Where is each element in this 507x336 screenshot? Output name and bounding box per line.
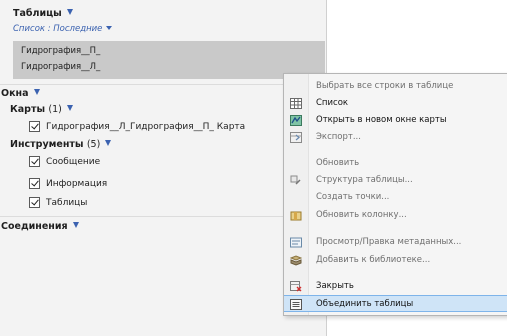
- menu-item-update-column[interactable]: Обновить колонку...: [284, 207, 507, 224]
- menu-item-create-points[interactable]: Создать точки...: [284, 189, 507, 206]
- menu-item-label: Обновить: [316, 158, 360, 168]
- tables-header[interactable]: Таблицы: [13, 8, 73, 19]
- windows-collapse-icon[interactable]: [33, 89, 40, 95]
- connections-title: Соединения: [1, 221, 68, 232]
- metadata-icon: [290, 237, 302, 248]
- tool-label: Информация: [46, 178, 108, 189]
- tools-count: (5): [86, 139, 101, 150]
- menu-item-table-structure[interactable]: Структура таблицы...: [284, 172, 507, 189]
- list-filter-label: Список : Последние: [13, 24, 103, 34]
- menu-item-metadata[interactable]: Просмотр/Правка метаданных...: [284, 234, 507, 251]
- tools-collapse-icon[interactable]: [105, 140, 112, 146]
- tool-label: Сообщение: [46, 156, 101, 167]
- checkbox[interactable]: [29, 178, 40, 189]
- maps-collapse-icon[interactable]: [66, 105, 73, 111]
- menu-item-label: Обновить колонку...: [316, 210, 407, 220]
- menu-item-merge-tables[interactable]: Объединить таблицы: [284, 295, 507, 312]
- maps-label: Карты: [10, 104, 46, 115]
- windows-title: Окна: [1, 88, 29, 99]
- table-list-item[interactable]: Гидрография__П_: [21, 46, 100, 56]
- map-window-item[interactable]: Гидрография__Л_Гидрография__П_ Карта: [29, 121, 245, 132]
- tools-label: Инструменты: [10, 139, 84, 150]
- context-menu: Выбрать все строки в таблице Список Откр…: [283, 73, 507, 316]
- menu-item-list[interactable]: Список: [284, 95, 507, 112]
- tables-collapse-icon[interactable]: [66, 9, 73, 15]
- export-icon: [290, 132, 302, 143]
- divider: [0, 216, 326, 217]
- tool-label: Таблицы: [46, 197, 88, 208]
- menu-item-label: Список: [316, 98, 349, 108]
- tables-list[interactable]: Гидрография__П_ Гидрография__Л_: [13, 41, 325, 79]
- close-table-icon: [290, 281, 302, 292]
- list-filter-dropdown[interactable]: Список : Последние: [13, 24, 113, 34]
- library-icon: [290, 255, 302, 266]
- structure-icon: [290, 175, 301, 185]
- menu-item-label: Закрыть: [316, 281, 354, 291]
- tables-title: Таблицы: [13, 8, 62, 19]
- divider: [0, 84, 326, 85]
- menu-item-export[interactable]: Экспорт...: [284, 129, 507, 146]
- menu-item-close[interactable]: Закрыть: [284, 278, 507, 295]
- menu-item-label: Объединить таблицы: [316, 299, 414, 309]
- map-window-label: Гидрография__Л_Гидрография__П_ Карта: [46, 121, 246, 132]
- table-icon: [290, 98, 302, 109]
- tool-item-messages[interactable]: Сообщение: [29, 156, 100, 167]
- menu-item-label: Экспорт...: [316, 132, 361, 142]
- menu-item-open-map[interactable]: Открыть в новом окне карты: [284, 112, 507, 129]
- maps-count: (1): [48, 104, 62, 115]
- menu-item-add-library[interactable]: Добавить к библиотеке...: [284, 252, 507, 269]
- menu-item-refresh[interactable]: Обновить: [284, 155, 507, 172]
- map-icon: [290, 115, 302, 126]
- checkbox[interactable]: [29, 121, 40, 132]
- maps-group-header[interactable]: Карты (1): [10, 104, 73, 115]
- explorer-panel: Таблицы Список : Последние Гидрография__…: [0, 0, 327, 336]
- update-column-icon: [290, 211, 302, 221]
- tool-item-tables[interactable]: Таблицы: [29, 197, 87, 208]
- menu-item-label: Открыть в новом окне карты: [316, 115, 447, 125]
- chevron-down-icon: [106, 26, 113, 30]
- windows-header[interactable]: Окна: [1, 88, 40, 99]
- checkbox[interactable]: [29, 156, 40, 167]
- menu-item-label: Добавить к библиотеке...: [316, 255, 431, 265]
- menu-item-label: Структура таблицы...: [316, 175, 413, 185]
- menu-item-select-all[interactable]: Выбрать все строки в таблице: [284, 78, 507, 95]
- connections-collapse-icon[interactable]: [72, 222, 79, 228]
- menu-item-label: Создать точки...: [316, 192, 390, 202]
- checkbox[interactable]: [29, 197, 40, 208]
- menu-item-label: Выбрать все строки в таблице: [316, 81, 454, 91]
- tools-group-header[interactable]: Инструменты (5): [10, 139, 112, 150]
- table-list-item[interactable]: Гидрография__Л_: [21, 62, 100, 72]
- menu-item-label: Просмотр/Правка метаданных...: [316, 237, 462, 247]
- tool-item-info[interactable]: Информация: [29, 178, 107, 189]
- merge-tables-icon: [290, 299, 302, 310]
- connections-header[interactable]: Соединения: [1, 221, 79, 232]
